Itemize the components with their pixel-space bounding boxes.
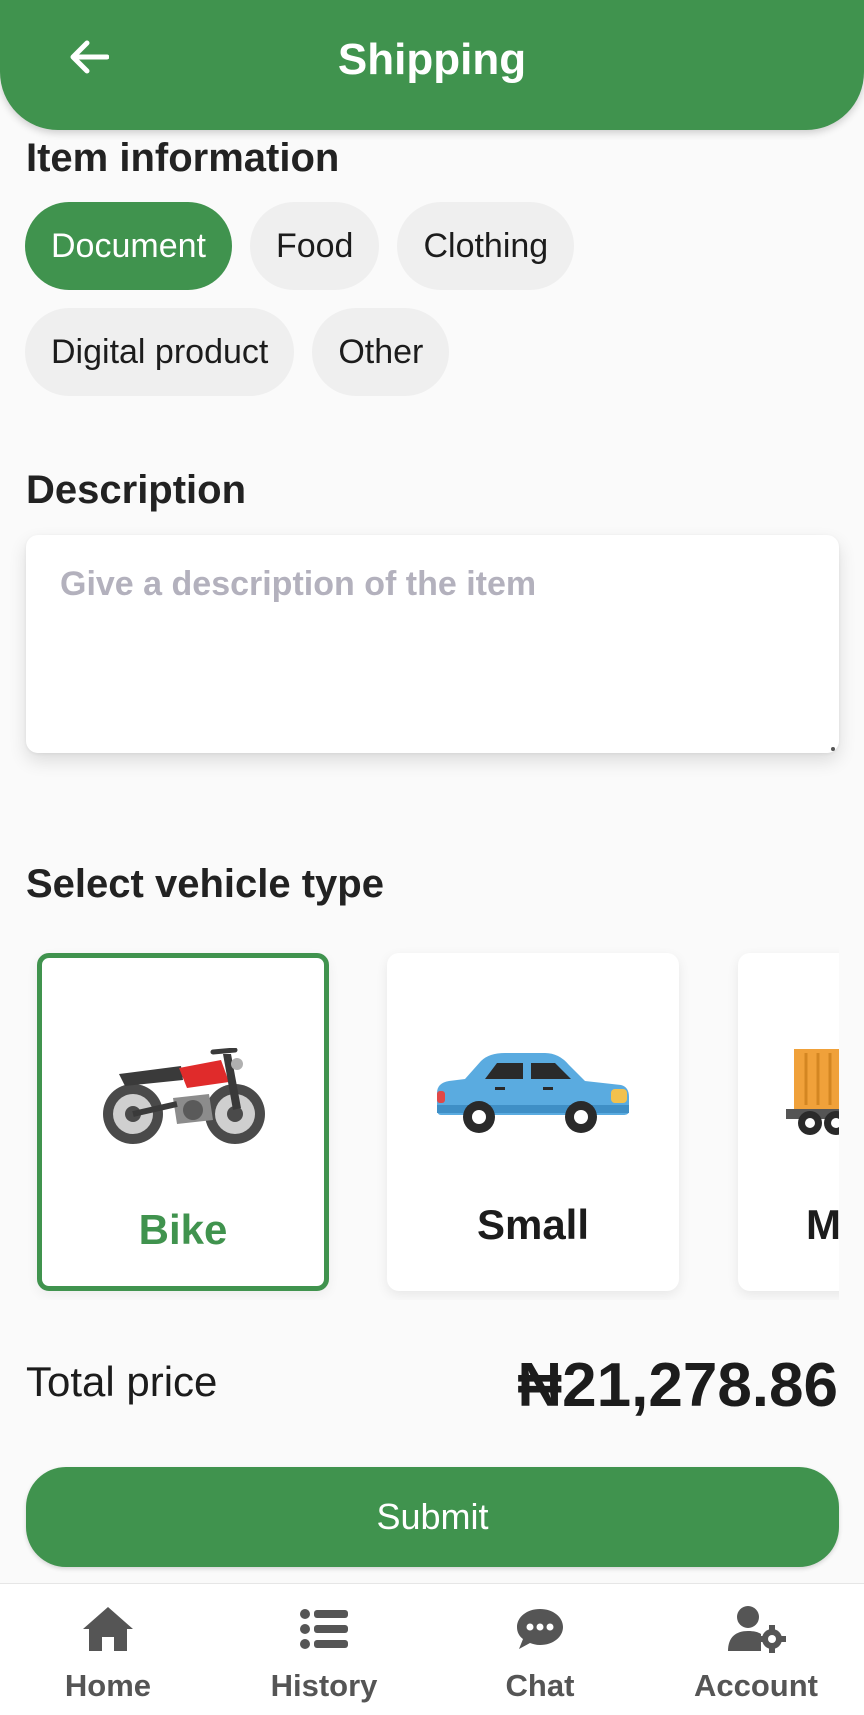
- nav-home-label: Home: [64, 1668, 152, 1703]
- resize-handle[interactable]: [831, 747, 835, 751]
- chip-other[interactable]: Other: [312, 308, 450, 396]
- submit-button[interactable]: Submit: [26, 1467, 839, 1567]
- home-icon: [83, 1607, 133, 1651]
- vehicle-label-medium: M: [806, 1201, 839, 1248]
- nav-account-label: Account: [694, 1668, 818, 1703]
- vehicle-card-medium[interactable]: M: [738, 953, 839, 1291]
- user-settings-icon: [728, 1606, 786, 1653]
- vehicle-label-small: Small: [476, 1201, 590, 1248]
- vehicle-label-bike: Bike: [138, 1206, 228, 1253]
- chip-clothing[interactable]: Clothing: [397, 202, 575, 290]
- category-chips: Document Food Clothing Digital product O…: [25, 202, 845, 396]
- car-icon: [437, 1053, 629, 1133]
- nav-account[interactable]: Account: [648, 1584, 864, 1715]
- description-input[interactable]: [26, 535, 839, 753]
- chip-food[interactable]: Food: [249, 202, 380, 290]
- shipping-screen: Shipping Item information Document Food …: [0, 0, 864, 1715]
- page-title: Shipping: [337, 35, 527, 84]
- app-header: Shipping: [0, 0, 864, 130]
- list-icon: [300, 1609, 348, 1649]
- vehicle-card-bike[interactable]: Bike: [37, 953, 329, 1291]
- bottom-navigation: Home History Chat Account: [0, 1583, 864, 1715]
- vehicle-card-small[interactable]: Small: [387, 953, 679, 1291]
- nav-chat[interactable]: Chat: [432, 1584, 648, 1715]
- motorbike-icon: [103, 1048, 265, 1144]
- description-heading: Description: [26, 468, 247, 512]
- description-field-container: [26, 535, 839, 753]
- nav-history[interactable]: History: [216, 1584, 432, 1715]
- truck-icon: [786, 1049, 839, 1135]
- item-information-heading: Item information: [26, 136, 340, 180]
- vehicle-type-heading: Select vehicle type: [26, 862, 384, 906]
- nav-home[interactable]: Home: [0, 1584, 216, 1715]
- nav-history-label: History: [270, 1668, 378, 1703]
- nav-chat-label: Chat: [505, 1668, 575, 1703]
- total-price-label: Total price: [26, 1358, 218, 1405]
- chip-document[interactable]: Document: [25, 202, 232, 290]
- total-price-value: ₦21,278.86: [517, 1351, 838, 1420]
- vehicle-options[interactable]: Bike Small M: [26, 945, 839, 1300]
- chip-digital-product[interactable]: Digital product: [25, 308, 295, 396]
- chat-bubble-icon: [517, 1609, 563, 1649]
